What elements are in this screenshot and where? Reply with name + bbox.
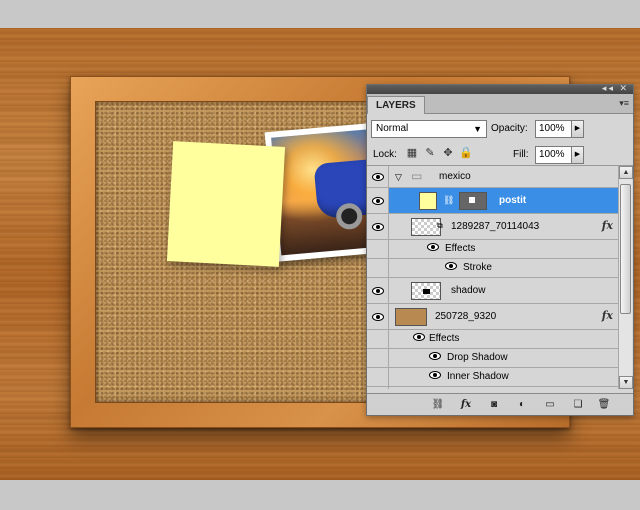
effects-label: Effects <box>445 243 476 254</box>
panel-titlebar[interactable]: ◂◂ ✕ <box>367 83 633 94</box>
visibility-eye-icon[interactable] <box>367 278 389 303</box>
lock-brush-icon[interactable]: ✎ <box>423 146 437 160</box>
tab-layers[interactable]: LAYERS <box>367 96 425 114</box>
layer-name: shadow <box>451 285 486 296</box>
layer-thumbnail <box>411 282 441 300</box>
effect-eye-icon[interactable] <box>427 242 439 256</box>
collapse-close-icons[interactable]: ◂◂ ✕ <box>602 83 629 94</box>
fill-input[interactable]: 100% <box>535 146 575 164</box>
adjustment-layer-icon[interactable]: ◐ <box>515 398 529 412</box>
folder-icon: ▭ <box>411 169 423 183</box>
effect-eye-icon[interactable] <box>429 370 441 384</box>
effect-inner-shadow-label: Inner Shadow <box>447 371 509 382</box>
eye-column <box>367 349 389 367</box>
add-style-fx-icon[interactable]: fx <box>459 398 473 412</box>
eye-column <box>367 330 389 348</box>
scrollbar-thumb[interactable] <box>620 184 631 314</box>
effect-eye-icon[interactable] <box>445 261 457 275</box>
chain-link-icon[interactable]: ⛓ <box>443 193 454 207</box>
effect-eye-icon[interactable] <box>429 351 441 365</box>
scroll-up-icon[interactable]: ▲ <box>619 166 633 179</box>
effect-drop-shadow-label: Drop Shadow <box>447 352 508 363</box>
lock-label: Lock: <box>373 149 397 160</box>
visibility-eye-icon[interactable] <box>367 188 389 213</box>
effect-inner-shadow-row[interactable]: Inner Shadow <box>367 368 619 387</box>
scroll-down-icon[interactable]: ▼ <box>619 376 633 389</box>
layer-name: postit <box>499 195 527 206</box>
layer-name: 250728_9320 <box>435 311 497 322</box>
eye-column <box>367 240 389 258</box>
lock-fill-row: Lock: ▦ ✎ ✥ 🔒 Fill: 100% ▶ <box>367 140 633 166</box>
fill-label: Fill: <box>513 149 529 160</box>
effect-eye-icon[interactable] <box>413 332 425 346</box>
layers-list: ▽ ▭ mexico ⛓ postit ⧉ 1289287_70114043 f… <box>367 166 619 389</box>
fx-icon[interactable]: fx <box>602 219 613 232</box>
effects-label: Effects <box>429 333 460 344</box>
layer-photo[interactable]: ⧉ 1289287_70114043 fx <box>367 214 619 240</box>
new-layer-icon[interactable]: ❏ <box>571 398 585 412</box>
blend-opacity-row: Normal ▼ Opacity: 100% ▶ <box>367 114 633 140</box>
visibility-eye-icon[interactable] <box>367 304 389 329</box>
chevron-down-icon: ▼ <box>473 124 482 134</box>
layers-scrollbar[interactable]: ▲ ▼ <box>618 166 633 389</box>
fx-icon[interactable]: fx <box>602 309 613 322</box>
eye-column <box>367 259 389 277</box>
effect-drop-shadow-row[interactable]: Drop Shadow <box>367 349 619 368</box>
trash-icon[interactable]: 🗑 <box>597 398 611 412</box>
layers-panel: ◂◂ ✕ LAYERS ▾≡ Normal ▼ Opacity: 100% ▶ … <box>366 83 634 416</box>
visibility-eye-icon[interactable] <box>367 166 389 187</box>
layers-bottom-toolbar: ⛓ fx ◙ ◐ ▭ ❏ 🗑 <box>367 393 633 415</box>
opacity-slider-arrow-icon[interactable]: ▶ <box>571 120 584 138</box>
effects-row[interactable]: Effects <box>367 330 619 349</box>
layer-name: 1289287_70114043 <box>451 221 540 232</box>
layer-shadow[interactable]: shadow <box>367 278 619 304</box>
layer-thumbnail <box>395 308 427 326</box>
blend-mode-value: Normal <box>376 123 409 134</box>
layer-background-partial[interactable] <box>367 387 619 389</box>
visibility-eye-icon[interactable] <box>367 214 389 239</box>
eye-column <box>367 368 389 386</box>
blend-mode-select[interactable]: Normal ▼ <box>371 120 487 138</box>
effect-stroke-row[interactable]: Stroke <box>367 259 619 278</box>
lock-all-icon[interactable]: 🔒 <box>459 146 473 160</box>
layer-group-mexico[interactable]: ▽ ▭ mexico <box>367 166 619 188</box>
postit-note <box>166 141 286 267</box>
layer-board[interactable]: 250728_9320 fx <box>367 304 619 330</box>
opacity-input[interactable]: 100% <box>535 120 575 138</box>
opacity-label: Opacity: <box>491 123 528 134</box>
add-mask-icon[interactable]: ◙ <box>487 398 501 412</box>
link-layers-icon[interactable]: ⛓ <box>431 398 445 412</box>
effects-row[interactable]: Effects <box>367 240 619 259</box>
expand-triangle-icon[interactable]: ▽ <box>395 170 402 184</box>
new-group-icon[interactable]: ▭ <box>543 398 557 412</box>
layer-thumbnail <box>419 192 437 210</box>
layer-mask-thumbnail <box>459 192 487 210</box>
visibility-eye-icon[interactable] <box>367 387 389 389</box>
panel-tab-row: LAYERS ▾≡ <box>367 94 633 114</box>
effect-stroke-label: Stroke <box>463 262 492 273</box>
lock-transparent-icon[interactable]: ▦ <box>405 146 419 160</box>
panel-menu-icon[interactable]: ▾≡ <box>619 98 629 109</box>
fill-slider-arrow-icon[interactable]: ▶ <box>571 146 584 164</box>
smart-object-icon: ⧉ <box>437 221 443 230</box>
layer-postit[interactable]: ⛓ postit <box>367 188 619 214</box>
layer-name: mexico <box>439 171 471 182</box>
lock-position-icon[interactable]: ✥ <box>441 146 455 160</box>
